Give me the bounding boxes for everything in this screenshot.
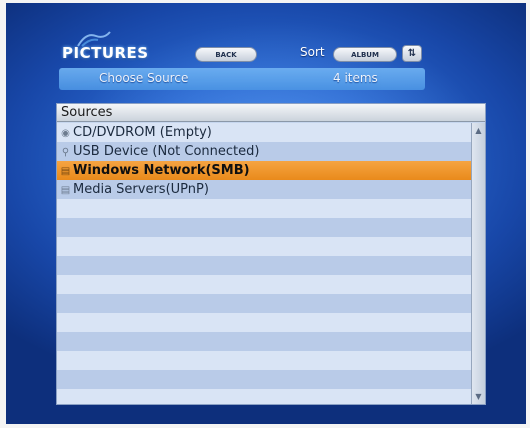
sources-list: ◉ CD/DVDROM (Empty) ⚲ USB Device (Not Conne… [57, 123, 471, 404]
empty-row [57, 313, 471, 332]
sources-header: Sources [57, 104, 485, 122]
source-bar: Choose Source 4 items [59, 68, 425, 90]
empty-row [57, 332, 471, 351]
list-item-label: CD/DVDROM (Empty) [73, 125, 212, 140]
scrollbar[interactable]: ▲ ▼ [471, 123, 485, 404]
sort-label: Sort [300, 45, 325, 59]
disc-icon: ◉ [61, 128, 70, 139]
usb-icon: ⚲ [61, 147, 70, 158]
list-item[interactable]: ▤ Windows Network(SMB) [57, 161, 471, 180]
empty-row [57, 199, 471, 218]
empty-row [57, 294, 471, 313]
scroll-down-icon[interactable]: ▼ [473, 391, 484, 402]
item-count: 4 items [333, 71, 378, 85]
empty-row [57, 275, 471, 294]
empty-row [57, 351, 471, 370]
list-item[interactable]: ▤ Media Servers(UPnP) [57, 180, 471, 199]
sources-panel: Sources ◉ CD/DVDROM (Empty) ⚲ USB Device (N… [56, 103, 486, 405]
list-item-label: Media Servers(UPnP) [73, 182, 209, 197]
sort-album-button[interactable]: ALBUM [333, 47, 397, 62]
media-server-icon: ▤ [60, 185, 71, 196]
list-item[interactable]: ◉ CD/DVDROM (Empty) [57, 123, 471, 142]
source-bar-title: Choose Source [99, 71, 189, 85]
sort-direction-button[interactable]: ⇅ [402, 45, 422, 62]
scroll-up-icon[interactable]: ▲ [473, 125, 484, 136]
app-title: PICTURES [62, 44, 149, 62]
sort-direction-icon: ⇅ [407, 48, 417, 59]
back-button[interactable]: BACK [195, 47, 257, 62]
empty-row [57, 389, 471, 404]
empty-row [57, 256, 471, 275]
network-icon: ▤ [60, 166, 71, 177]
list-item-label: USB Device (Not Connected) [73, 144, 260, 159]
list-item-label: Windows Network(SMB) [73, 163, 250, 178]
empty-row [57, 237, 471, 256]
empty-row [57, 218, 471, 237]
list-item[interactable]: ⚲ USB Device (Not Connected) [57, 142, 471, 161]
empty-row [57, 370, 471, 389]
